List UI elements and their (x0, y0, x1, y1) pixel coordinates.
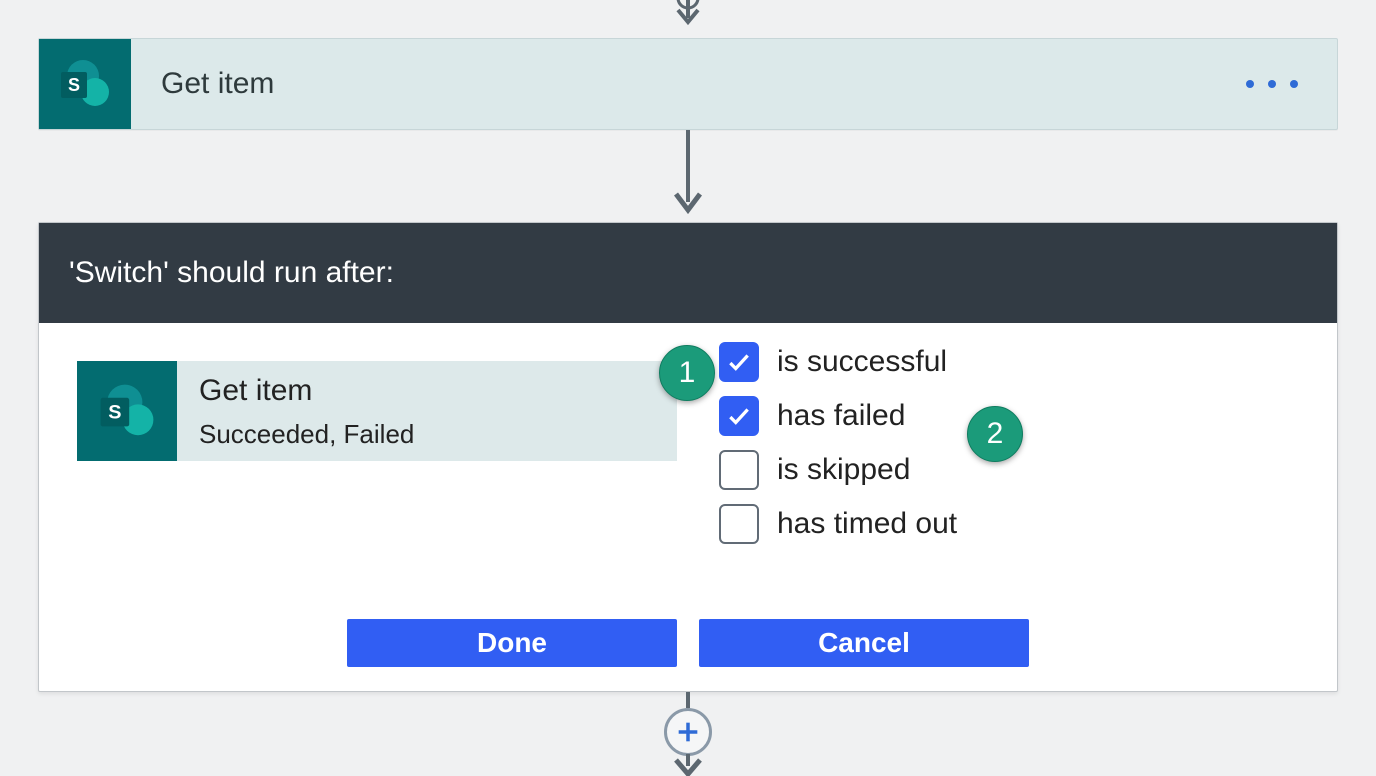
action-title: Get item (131, 39, 1207, 129)
checkbox-has-failed[interactable] (719, 396, 759, 436)
option-label: is successful (777, 345, 947, 379)
sharepoint-icon: S (77, 361, 177, 461)
arrow-down-icon (668, 0, 708, 32)
run-after-source-status: Succeeded, Failed (199, 419, 414, 450)
sharepoint-icon: S (39, 39, 131, 129)
arrow-down-icon (668, 130, 708, 222)
run-after-source[interactable]: S Get item Succeeded, Failed (77, 361, 677, 461)
svg-text:S: S (68, 75, 80, 95)
option-label: has timed out (777, 507, 957, 541)
action-more-menu[interactable] (1207, 39, 1337, 129)
panel-header: 'Switch' should run after: (39, 223, 1337, 323)
option-label: has failed (777, 399, 905, 433)
arrow-down-icon (658, 692, 718, 776)
action-card[interactable]: S Get item (38, 38, 1338, 130)
done-button[interactable]: Done (347, 619, 677, 667)
ellipsis-dot-icon (1246, 80, 1254, 88)
ellipsis-dot-icon (1290, 80, 1298, 88)
option-label: is skipped (777, 453, 910, 487)
run-after-options: is successful has failed is skipped (719, 339, 957, 555)
annotation-badge-1: 1 (659, 345, 715, 401)
run-after-source-title: Get item (199, 373, 414, 409)
annotation-badge-2: 2 (967, 406, 1023, 462)
run-after-panel: 'Switch' should run after: S Get item Su… (38, 222, 1338, 692)
ellipsis-dot-icon (1268, 80, 1276, 88)
checkbox-has-timed-out[interactable] (719, 504, 759, 544)
checkbox-is-skipped[interactable] (719, 450, 759, 490)
checkbox-is-successful[interactable] (719, 342, 759, 382)
cancel-button[interactable]: Cancel (699, 619, 1029, 667)
svg-text:S: S (108, 402, 121, 424)
